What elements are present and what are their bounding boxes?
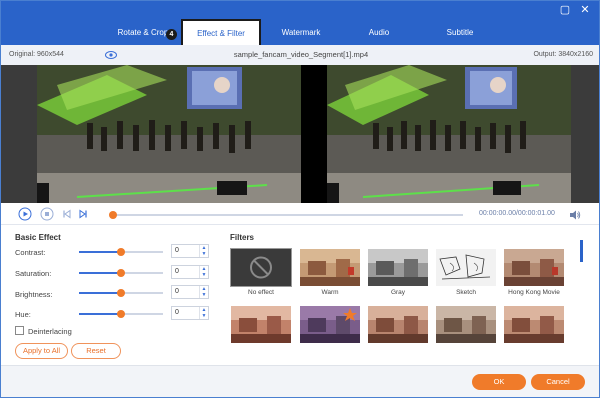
next-frame-icon[interactable] xyxy=(76,207,90,221)
saturation-stepper[interactable]: 0 ▲ ▼ xyxy=(171,265,209,279)
close-icon[interactable]: ✕ xyxy=(579,4,591,16)
ok-button[interactable]: OK xyxy=(472,374,526,390)
volume-icon[interactable] xyxy=(569,209,581,221)
saturation-stepper-arrows[interactable]: ▲ ▼ xyxy=(199,266,208,278)
maximize-icon[interactable]: ▢ xyxy=(559,4,571,16)
filter-item[interactable] xyxy=(436,306,496,343)
filter-warm[interactable] xyxy=(300,249,360,286)
footer-bar: OK Cancel xyxy=(1,365,599,397)
saturation-slider-knob[interactable] xyxy=(117,269,125,277)
step-badge: 4 xyxy=(166,29,177,40)
tab-subtitle[interactable]: Subtitle xyxy=(437,20,483,44)
filter-item[interactable] xyxy=(231,306,291,343)
saturation-label: Saturation: xyxy=(15,269,52,278)
preview-divider xyxy=(301,65,327,203)
contrast-slider-knob[interactable] xyxy=(117,248,125,256)
brightness-label: Brightness: xyxy=(15,290,53,299)
hue-stepper[interactable]: 0 ▲ ▼ xyxy=(171,306,209,320)
tab-watermark[interactable]: Watermark xyxy=(273,20,329,44)
deinterlacing-label: Deinterlacing xyxy=(28,327,72,336)
effect-filter-window: Rotate & Crop Effect & Filter 4 Watermar… xyxy=(0,0,600,398)
tab-audio[interactable]: Audio xyxy=(357,20,401,44)
filter-no-effect[interactable] xyxy=(230,248,292,287)
contrast-value[interactable]: 0 xyxy=(175,247,179,254)
previous-frame-icon[interactable] xyxy=(60,207,74,221)
filter-item[interactable] xyxy=(368,306,428,343)
basic-effect-title: Basic Effect xyxy=(15,233,61,242)
tab-effect-filter[interactable]: Effect & Filter xyxy=(181,19,261,45)
brightness-slider-knob[interactable] xyxy=(117,289,125,297)
brightness-stepper[interactable]: 0 ▲ ▼ xyxy=(171,285,209,299)
output-preview xyxy=(327,65,571,203)
contrast-stepper-arrows[interactable]: ▲ ▼ xyxy=(199,245,208,257)
filters-scrollbar[interactable] xyxy=(580,240,583,262)
filter-label-warm: Warm xyxy=(321,289,339,296)
filter-label-hong-kong-movie: Hong Kong Movie xyxy=(508,289,560,296)
contrast-stepper[interactable]: 0 ▲ ▼ xyxy=(171,244,209,258)
hue-stepper-arrows[interactable]: ▲ ▼ xyxy=(199,307,208,319)
cancel-button[interactable]: Cancel xyxy=(531,374,585,390)
filter-label-sketch: Sketch xyxy=(456,289,476,296)
file-name: sample_fancam_video_Segment[1].mp4 xyxy=(233,50,369,59)
info-bar: Original: 960x544 sample_fancam_video_Se… xyxy=(1,45,599,65)
hue-slider[interactable] xyxy=(79,310,163,318)
playback-bar: 00:00:00.00/00:00:01.00 xyxy=(1,203,599,225)
reset-button[interactable]: Reset xyxy=(71,343,121,359)
deinterlacing-checkbox[interactable] xyxy=(15,326,24,335)
hue-value[interactable]: 0 xyxy=(175,309,179,316)
timeline-playhead[interactable] xyxy=(109,211,117,219)
contrast-label: Contrast: xyxy=(15,248,46,257)
filter-label-gray: Gray xyxy=(390,289,406,296)
filter-label-no-effect: No effect xyxy=(248,289,274,296)
filter-hong-kong-movie[interactable] xyxy=(504,249,564,286)
timeline-track[interactable] xyxy=(113,214,463,216)
stop-icon[interactable] xyxy=(40,207,54,221)
tab-rotate-crop[interactable]: Rotate & Crop xyxy=(113,20,173,44)
brightness-slider[interactable] xyxy=(79,289,163,297)
saturation-slider[interactable] xyxy=(79,269,163,277)
brightness-value[interactable]: 0 xyxy=(175,288,179,295)
play-icon[interactable] xyxy=(18,207,32,221)
apply-to-all-button[interactable]: Apply to All xyxy=(15,343,68,359)
tab-bar: Rotate & Crop Effect & Filter 4 Watermar… xyxy=(1,1,599,45)
brightness-stepper-arrows[interactable]: ▲ ▼ xyxy=(199,286,208,298)
no-effect-icon xyxy=(250,256,272,279)
filter-item[interactable] xyxy=(300,306,360,343)
preview-area xyxy=(1,65,599,203)
filter-item[interactable] xyxy=(504,306,564,343)
time-display: 00:00:00.00/00:00:01.00 xyxy=(479,210,555,217)
filter-sketch[interactable] xyxy=(436,249,496,286)
hue-slider-knob[interactable] xyxy=(117,310,125,318)
hue-label: Hue: xyxy=(15,310,31,319)
filters-title: Filters xyxy=(230,233,255,242)
original-preview xyxy=(37,65,301,203)
output-resolution: Output: 3840x2160 xyxy=(533,51,593,58)
contrast-slider[interactable] xyxy=(79,248,163,256)
filter-gray[interactable] xyxy=(368,249,428,286)
saturation-value[interactable]: 0 xyxy=(175,268,179,275)
